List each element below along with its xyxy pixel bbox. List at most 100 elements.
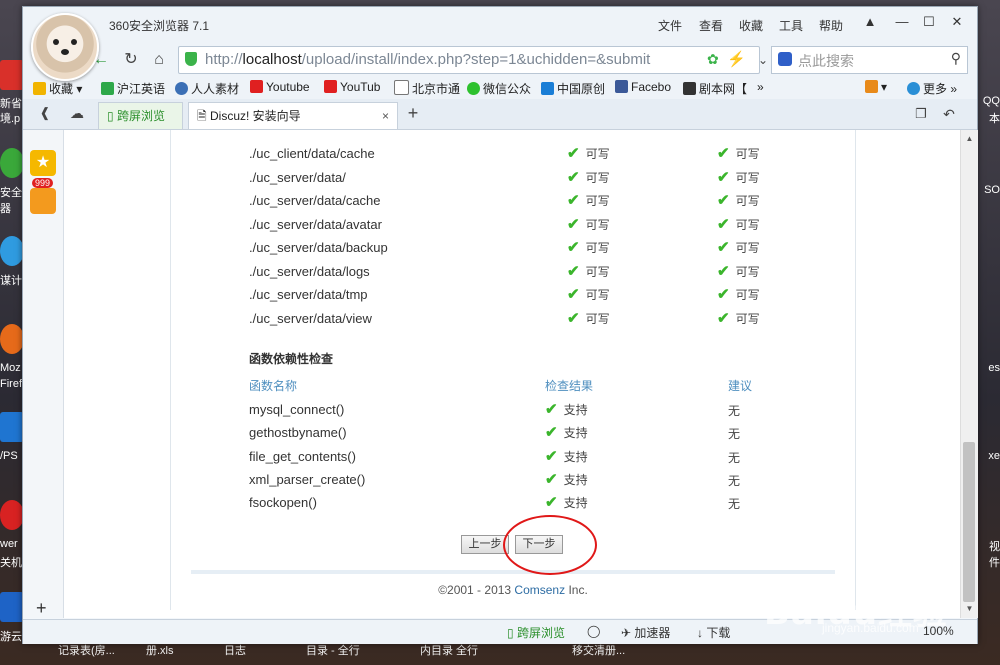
status-cross-screen[interactable]: ▯ 跨屏浏览: [507, 624, 565, 641]
bookmark-favorites[interactable]: 收藏 ▾: [33, 80, 82, 97]
baidu-icon: [778, 52, 792, 66]
page-icon: 🗎: [197, 109, 210, 123]
bookmark-item[interactable]: 人人素材: [175, 80, 239, 97]
dir-required-status: ✔ 可写: [717, 145, 760, 162]
favorite-star-icon[interactable]: ★: [30, 150, 56, 176]
func-advice: 无: [728, 427, 741, 442]
status-speed-icon[interactable]: ◯: [587, 624, 600, 638]
dir-current-status: ✔ 可写: [567, 262, 610, 280]
firefox-icon[interactable]: [0, 324, 24, 354]
check-icon: ✔: [545, 447, 558, 465]
dir-path: ./uc_server/data/avatar: [249, 216, 382, 232]
check-icon: ✔: [717, 215, 730, 233]
minimize-button[interactable]: —: [891, 12, 913, 32]
dir-current-status: ✔ 可写: [567, 309, 610, 327]
desktop-label: SO: [984, 184, 1000, 196]
scroll-up-icon[interactable]: ▲: [961, 134, 978, 143]
security-shield-icon: [185, 52, 197, 66]
bookmark-item[interactable]: 剧本网【: [683, 80, 747, 97]
menu-view[interactable]: 查看: [699, 17, 723, 34]
more-bookmarks-icon[interactable]: »: [757, 80, 764, 94]
desktop-label: 游云: [0, 631, 22, 643]
dir-path: ./uc_server/data/view: [249, 310, 372, 326]
new-tab-button[interactable]: +: [401, 102, 425, 124]
bookmark-item[interactable]: Facebo: [615, 80, 671, 94]
check-icon: ✔: [545, 470, 558, 488]
search-box[interactable]: 点此搜索 ⚲: [771, 46, 968, 74]
bookmark-item[interactable]: 中国原创: [541, 80, 605, 97]
cloud-icon[interactable]: ☁: [65, 102, 89, 124]
tab-discuz-install[interactable]: 🗎 Discuz! 安装向导 ×: [188, 102, 398, 129]
menu-tools[interactable]: 工具: [779, 17, 803, 34]
scroll-down-icon[interactable]: ▼: [961, 604, 978, 613]
taskbar-item[interactable]: 记录表(房...: [58, 642, 115, 658]
dir-required-status: ✔ 可写: [717, 286, 760, 303]
browser-desktop-icon[interactable]: [0, 148, 24, 178]
check-icon: ✔: [567, 145, 580, 162]
func-advice: 无: [728, 497, 741, 512]
func-name: gethostbyname(): [249, 425, 347, 441]
url-prefix: http://: [205, 51, 243, 68]
check-icon: ✔: [717, 262, 730, 280]
game-icon[interactable]: [0, 592, 24, 622]
wps-icon[interactable]: [0, 412, 24, 442]
comsenz-link[interactable]: Comsenz: [514, 583, 565, 597]
home-icon[interactable]: ⌂: [147, 49, 171, 71]
desktop-label: /PS: [0, 450, 18, 462]
taskbar-item[interactable]: 移交清册...: [572, 642, 625, 658]
phone-icon: ▯: [107, 109, 117, 123]
dir-required-status: ✔ 可写: [717, 215, 760, 233]
window-title: 360安全浏览器 7.1: [109, 19, 210, 33]
search-icon[interactable]: ⚲: [951, 50, 961, 67]
dir-current-status: ✔ 可写: [567, 239, 610, 256]
status-download[interactable]: ↓ 下载: [697, 624, 730, 641]
tab-close-icon[interactable]: ×: [382, 103, 389, 129]
maximize-button[interactable]: ☐: [918, 12, 940, 32]
func-result: ✔ 支持: [545, 447, 588, 465]
apps-icon[interactable]: ▾: [865, 80, 887, 94]
tab-list-icon[interactable]: ❰: [33, 102, 57, 124]
undo-icon[interactable]: ↶: [937, 103, 961, 125]
prev-step-button[interactable]: 上一步: [461, 535, 509, 554]
desktop-label: 境.p: [0, 113, 21, 125]
menu-favorites[interactable]: 收藏: [739, 17, 763, 34]
vertical-scrollbar[interactable]: ▲ ▼: [960, 130, 978, 618]
bookmark-item[interactable]: 北京市通: [394, 80, 460, 97]
tab-cross-screen[interactable]: ▯ 跨屏浏览: [98, 102, 183, 129]
func-name: fsockopen(): [249, 495, 317, 511]
dir-path: ./uc_server/data/tmp: [249, 287, 368, 302]
pdf-icon[interactable]: [0, 60, 24, 90]
scrollbar-thumb[interactable]: [963, 442, 975, 602]
menu-help[interactable]: 帮助: [819, 17, 843, 34]
header-advice: 建议: [728, 379, 753, 393]
user-avatar[interactable]: [31, 13, 99, 81]
dir-current-status: ✔ 可写: [567, 286, 610, 303]
taskbar-item[interactable]: 内目录 全行: [420, 642, 478, 658]
menu-file[interactable]: 文件: [658, 17, 682, 34]
address-bar[interactable]: http://localhost/upload/install/index.ph…: [178, 46, 760, 74]
weibo-icon[interactable]: [30, 188, 56, 214]
close-button[interactable]: ✕: [946, 12, 968, 32]
taskbar-item[interactable]: 日志: [224, 642, 246, 658]
bookmark-item[interactable]: Youtube: [250, 80, 310, 94]
taskbar-item[interactable]: 册.xls: [146, 642, 174, 658]
bookmark-item[interactable]: 微信公众: [467, 80, 531, 97]
status-accelerator[interactable]: ✈ 加速器: [621, 624, 670, 641]
accelerate-icon[interactable]: ⚡: [727, 50, 746, 68]
taskbar-item[interactable]: 目录 - 全行: [306, 642, 360, 658]
bookmark-item[interactable]: YouTub: [324, 80, 380, 94]
search-placeholder: 点此搜索: [798, 53, 854, 69]
add-sidebar-icon[interactable]: +: [36, 598, 47, 619]
video-player-icon[interactable]: [0, 236, 24, 266]
bookmark-more[interactable]: 更多 »: [907, 80, 957, 97]
power-icon[interactable]: [0, 500, 24, 530]
check-icon: ✔: [567, 309, 580, 327]
refresh-icon[interactable]: ↻: [119, 49, 143, 71]
dir-required-status: ✔ 可写: [717, 239, 760, 256]
skin-icon[interactable]: ▲: [859, 12, 881, 32]
header-check-result: 检查结果: [545, 379, 594, 393]
dir-current-status: ✔ 可写: [567, 145, 610, 162]
restore-tab-icon[interactable]: ❐: [909, 103, 933, 125]
title-bar: 360安全浏览器 7.1 文件 查看 收藏 工具 帮助 ▲ — ☐ ✕: [23, 7, 977, 41]
bookmark-item[interactable]: 沪江英语: [101, 80, 165, 97]
